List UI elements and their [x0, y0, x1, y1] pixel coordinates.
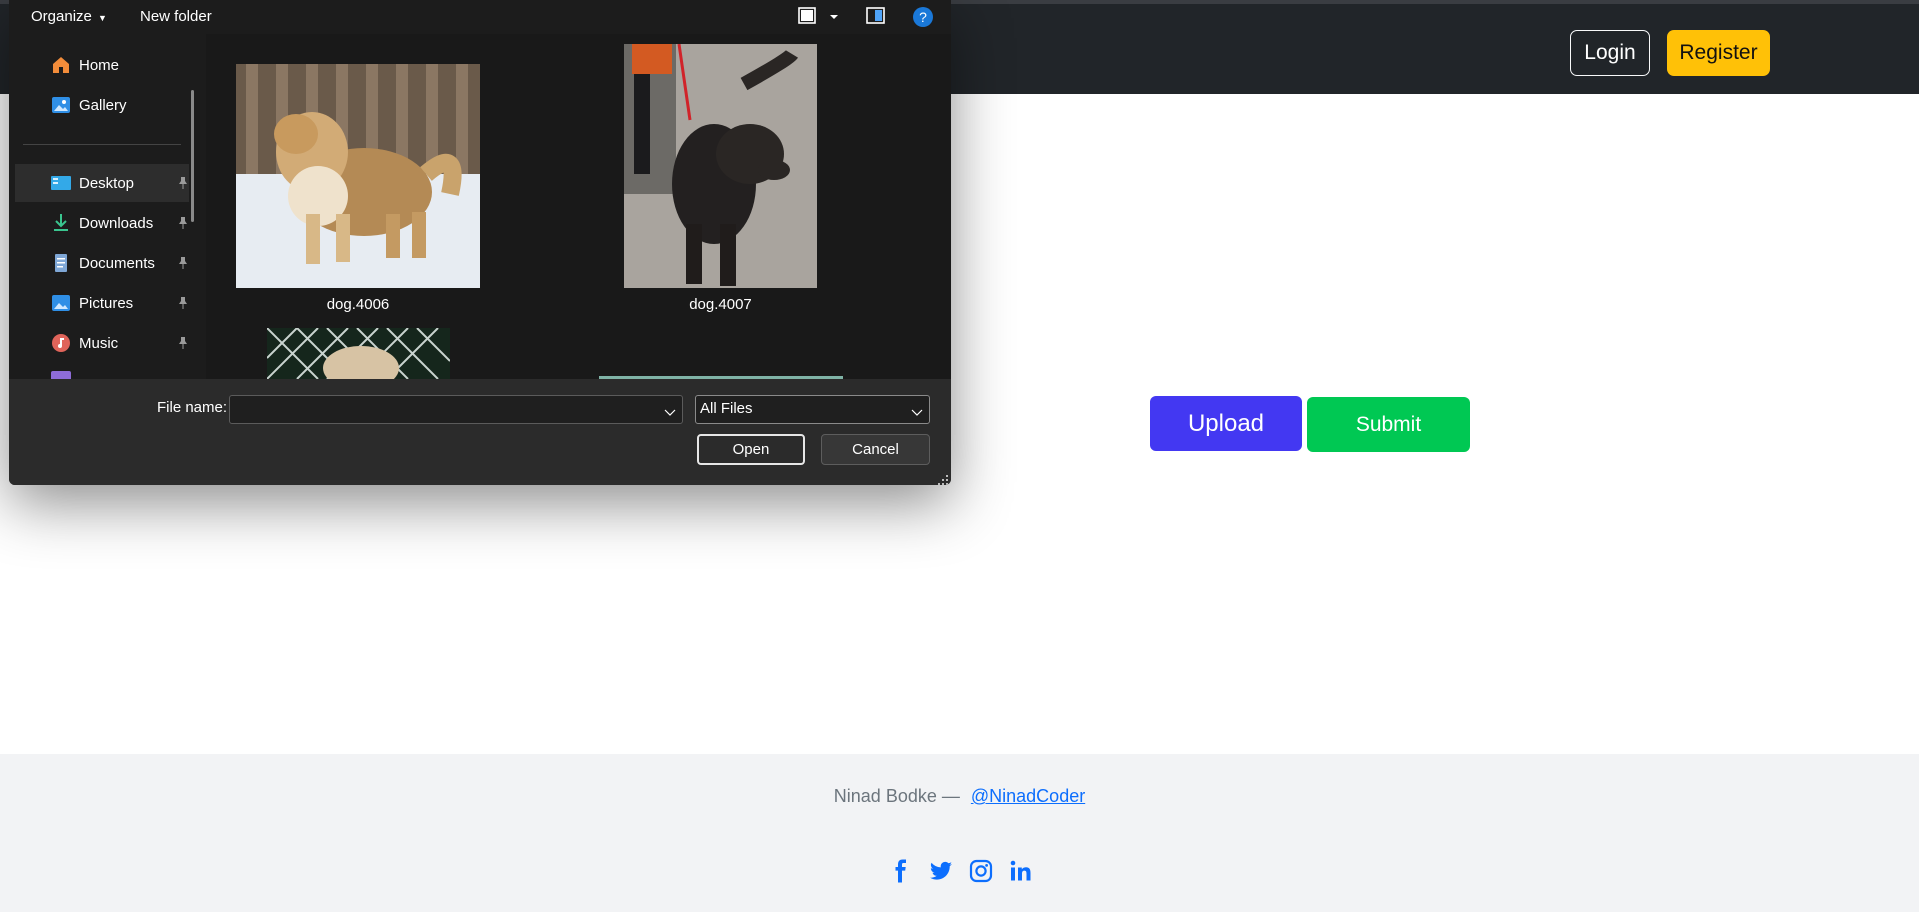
home-icon [51, 55, 71, 75]
dialog-footer: File name: All Files Open Cancel [9, 379, 951, 485]
new-folder-button[interactable]: New folder [140, 8, 212, 25]
music-icon [51, 333, 71, 353]
pin-icon [177, 336, 189, 350]
documents-icon [51, 253, 71, 273]
svg-text:?: ? [919, 9, 927, 25]
nav-item-desktop[interactable]: Desktop [15, 164, 189, 202]
file-thumbnail-dog-4006[interactable] [236, 64, 480, 293]
nav-divider [23, 144, 181, 145]
file-name-field-label: File name: [157, 399, 228, 416]
file-thumbnail-dog-4007[interactable] [624, 43, 817, 293]
twitter-icon[interactable] [929, 859, 953, 883]
file-name-label: dog.4007 [689, 296, 752, 313]
register-button[interactable]: Register [1667, 30, 1770, 76]
chevron-down-icon [911, 404, 923, 416]
chevron-down-icon[interactable] [664, 404, 676, 416]
pin-icon [177, 256, 189, 270]
videos-icon [51, 371, 71, 379]
pin-icon [177, 216, 189, 230]
file-thumbnail-partial[interactable] [266, 327, 451, 390]
open-button[interactable]: Open [697, 434, 805, 465]
pin-icon [177, 296, 189, 310]
footer-credit: Ninad Bodke — @NinadCoder [0, 786, 1919, 807]
file-name-label: dog.4006 [326, 296, 390, 313]
gallery-icon [51, 95, 71, 115]
pictures-icon [51, 293, 71, 313]
preview-pane-icon[interactable] [866, 7, 886, 30]
social-links [889, 859, 1033, 883]
dialog-command-bar: Organize ▼ New folder ? [9, 0, 951, 34]
organize-menu[interactable]: Organize ▼ [31, 8, 107, 25]
help-icon[interactable]: ? [912, 6, 934, 33]
author-handle-link[interactable]: @NinadCoder [971, 786, 1085, 806]
facebook-icon[interactable] [889, 859, 913, 883]
nav-item-downloads[interactable]: Downloads [15, 204, 189, 242]
nav-item-documents[interactable]: Documents [15, 244, 189, 282]
nav-scrollbar[interactable] [191, 90, 194, 222]
navigation-pane: Home Gallery Desktop Downloads Documents… [9, 34, 206, 379]
nav-item-music[interactable]: Music [15, 324, 189, 362]
nav-item-gallery[interactable]: Gallery [15, 86, 189, 124]
desktop-icon [51, 173, 71, 193]
nav-item-pictures[interactable]: Pictures [15, 284, 189, 322]
resize-grip-icon[interactable] [938, 472, 948, 485]
footer: Ninad Bodke — @NinadCoder [0, 754, 1919, 912]
view-chevron-down-icon[interactable] [829, 9, 839, 27]
file-open-dialog: Organize ▼ New folder ? Home Gallery Des… [9, 0, 951, 485]
instagram-icon[interactable] [969, 859, 993, 883]
downloads-icon [51, 213, 71, 233]
submit-button[interactable]: Submit [1307, 397, 1470, 452]
upload-button[interactable]: Upload [1150, 396, 1302, 451]
cancel-button[interactable]: Cancel [821, 434, 930, 465]
author-name: Ninad Bodke — [833, 786, 960, 806]
chevron-down-icon: ▼ [98, 13, 107, 23]
file-type-value: All Files [700, 400, 753, 417]
file-name-input[interactable] [229, 395, 683, 424]
pin-icon [177, 176, 189, 190]
login-button[interactable]: Login [1570, 30, 1650, 76]
nav-item-home[interactable]: Home [15, 46, 189, 84]
linkedin-icon[interactable] [1009, 859, 1033, 883]
view-options-icon[interactable] [798, 7, 818, 30]
file-list: dog.4006 dog.4007 [206, 34, 951, 390]
file-type-select[interactable]: All Files [695, 395, 930, 424]
